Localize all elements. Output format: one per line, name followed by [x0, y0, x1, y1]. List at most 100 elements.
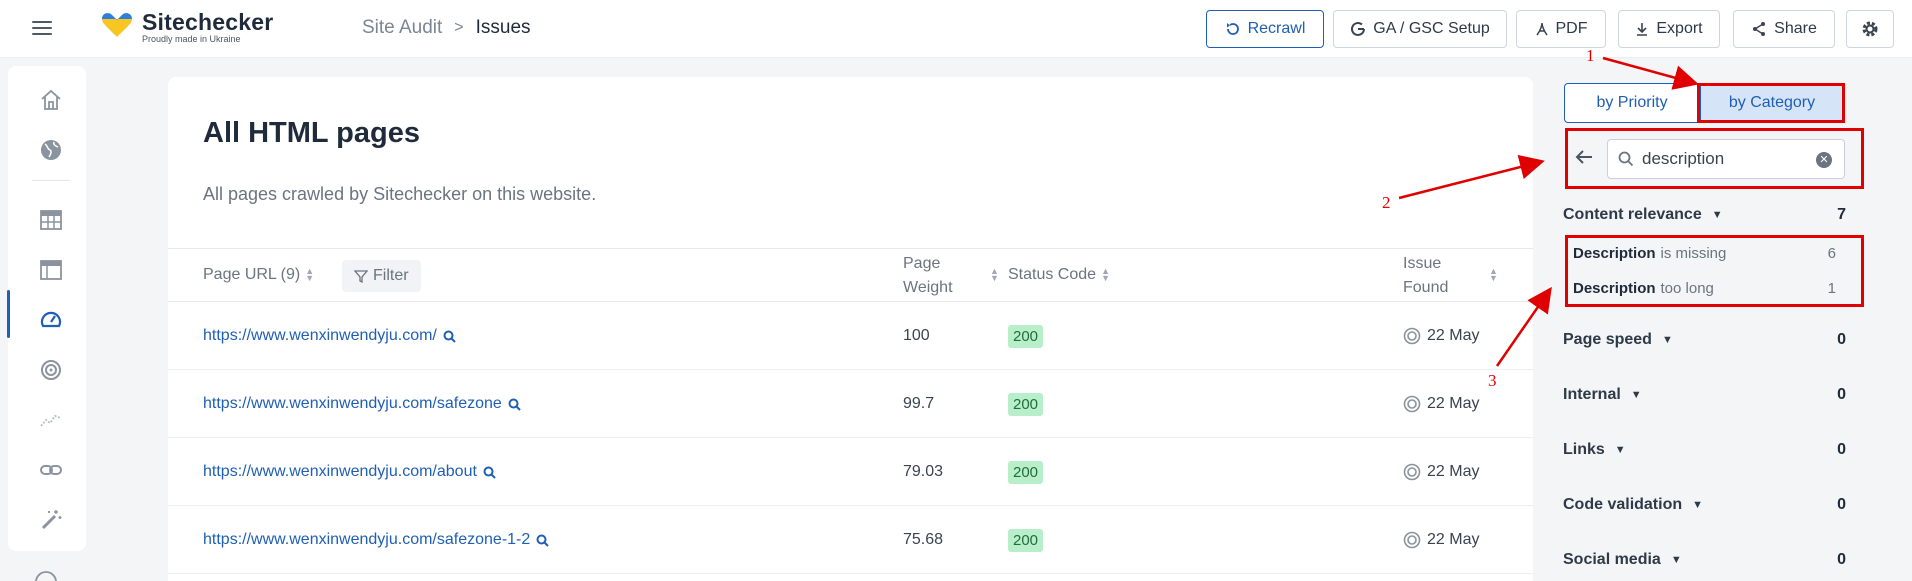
- status-cell: 200: [1008, 302, 1044, 370]
- chevron-down-icon: ▼: [1692, 499, 1704, 511]
- logo-tagline: Proudly made in Ukraine: [142, 34, 241, 44]
- issue-found-cell: 22 May: [1403, 438, 1479, 506]
- gear-icon: [1862, 21, 1878, 37]
- logo-heart-icon: [102, 13, 132, 37]
- table-row: https://www.wenxinwendyju.com/safezone 9…: [168, 370, 1533, 438]
- rank-tracker-icon: [1403, 327, 1421, 345]
- table-row: https://www.wenxinwendyju.com/ 100 200 2…: [168, 302, 1533, 370]
- home-icon[interactable]: [37, 86, 65, 114]
- share-label: Share: [1774, 20, 1817, 37]
- issue-found-cell: 22 May: [1403, 370, 1479, 438]
- help-icon[interactable]: [32, 568, 60, 581]
- hamburger-menu-icon[interactable]: [30, 17, 54, 39]
- page-url-cell: https://www.wenxinwendyju.com/safezone-1…: [203, 506, 549, 574]
- column-status-code[interactable]: Status Code ▲ ▼: [1008, 266, 1110, 284]
- issue-found-date: 22 May: [1427, 463, 1480, 480]
- page-weight-cell: 99.7: [903, 395, 935, 412]
- category-social-media[interactable]: Social media ▼ 0: [1563, 548, 1848, 572]
- export-button[interactable]: Export: [1618, 10, 1720, 48]
- annotation-label-3: 3: [1488, 371, 1497, 390]
- column-issue-found[interactable]: Issue Found: [1403, 252, 1448, 300]
- sort-icon[interactable]: ▲ ▼: [990, 267, 999, 283]
- page-url-link[interactable]: https://www.wenxinwendyju.com/about: [203, 463, 477, 481]
- page-url-cell: https://www.wenxinwendyju.com/safezone: [203, 370, 521, 438]
- annotation-box-3: [1565, 235, 1864, 307]
- logo-name: Sitechecker: [142, 9, 274, 35]
- trend-icon[interactable]: [37, 406, 65, 434]
- sidebar-panel: [8, 66, 86, 551]
- status-badge: 200: [1008, 528, 1044, 552]
- sort-icon[interactable]: ▲ ▼: [1101, 267, 1110, 283]
- category-links[interactable]: Links ▼ 0: [1563, 438, 1848, 462]
- status-badge: 200: [1008, 324, 1044, 348]
- category-page-speed[interactable]: Page speed ▼ 0: [1563, 328, 1848, 352]
- page-url-cell: https://www.wenxinwendyju.com/about: [203, 438, 496, 506]
- category-content-relevance[interactable]: Content relevance ▼ 7: [1563, 203, 1848, 227]
- category-count: 0: [1837, 331, 1846, 348]
- search-icon[interactable]: [508, 398, 521, 411]
- page-url-cell: https://www.wenxinwendyju.com/: [203, 302, 456, 370]
- sort-icon[interactable]: ▲ ▼: [305, 267, 314, 283]
- column-page-weight[interactable]: Page Weight: [903, 252, 953, 300]
- status-badge: 200: [1008, 460, 1044, 484]
- table-icon[interactable]: [37, 206, 65, 234]
- filter-label: Filter: [373, 267, 409, 284]
- rank-tracker-icon: [1403, 531, 1421, 549]
- pdf-button[interactable]: PDF: [1516, 10, 1606, 48]
- issue-found-date: 22 May: [1427, 395, 1480, 412]
- share-button[interactable]: Share: [1733, 10, 1835, 48]
- sort-icon[interactable]: ▲ ▼: [1489, 267, 1498, 283]
- page-description: All pages crawled by Sitechecker on this…: [203, 184, 597, 204]
- category-name: Internal: [1563, 386, 1621, 403]
- search-icon[interactable]: [483, 466, 496, 479]
- category-internal[interactable]: Internal ▼ 0: [1563, 383, 1848, 407]
- by-priority-tab[interactable]: by Priority: [1564, 83, 1700, 123]
- pdf-icon: [1535, 22, 1548, 36]
- google-icon: [1351, 21, 1366, 36]
- search-icon[interactable]: [536, 534, 549, 547]
- breadcrumb-site-audit[interactable]: Site Audit: [362, 17, 442, 39]
- filter-button[interactable]: Filter: [342, 260, 421, 292]
- page-weight-cell: 79.03: [903, 463, 944, 480]
- category-count: 0: [1837, 496, 1846, 513]
- search-icon[interactable]: [443, 330, 456, 343]
- active-nav-indicator: [7, 290, 10, 338]
- link-icon[interactable]: [37, 456, 65, 484]
- issue-found-cell: 22 May: [1403, 302, 1479, 370]
- column-status-code-label: Status Code: [1008, 266, 1097, 283]
- chevron-down-icon: ▼: [1614, 444, 1626, 456]
- page-url-link[interactable]: https://www.wenxinwendyju.com/safezone-1…: [203, 531, 530, 549]
- rank-tracker-icon[interactable]: [37, 356, 65, 384]
- main-card: All HTML pages All pages crawled by Site…: [168, 77, 1533, 581]
- column-page-url[interactable]: Page URL (9) ▲ ▼: [203, 266, 314, 284]
- breadcrumb: Site Audit > Issues: [362, 17, 531, 39]
- recrawl-button[interactable]: Recrawl: [1206, 10, 1324, 48]
- magic-wand-icon[interactable]: [37, 506, 65, 534]
- issue-found-date: 22 May: [1427, 531, 1480, 548]
- top-bar: Sitechecker Proudly made in Ukraine Site…: [0, 0, 1912, 58]
- site-audit-gauge-icon[interactable]: [37, 306, 65, 334]
- globe-icon[interactable]: [37, 136, 65, 164]
- page-weight-cell: 75.68: [903, 531, 944, 548]
- breadcrumb-separator: >: [454, 19, 464, 36]
- page-url-link[interactable]: https://www.wenxinwendyju.com/safezone: [203, 395, 502, 413]
- logo[interactable]: Sitechecker Proudly made in Ukraine: [100, 11, 273, 44]
- ga-gsc-setup-button[interactable]: GA / GSC Setup: [1333, 10, 1507, 48]
- recrawl-label: Recrawl: [1247, 20, 1306, 37]
- column-issue-found-line1: Issue: [1403, 255, 1442, 272]
- page-weight-cell: 100: [903, 327, 930, 344]
- left-sidebar: [0, 58, 88, 581]
- annotation-label-2: 2: [1382, 193, 1391, 212]
- pdf-label: PDF: [1555, 20, 1588, 37]
- category-code-validation[interactable]: Code validation ▼ 0: [1563, 493, 1848, 517]
- category-name: Social media: [1563, 551, 1661, 568]
- chevron-down-icon: ▼: [1711, 209, 1723, 221]
- page-url-link[interactable]: https://www.wenxinwendyju.com/: [203, 327, 437, 345]
- category-count: 7: [1837, 206, 1846, 223]
- column-page-weight-line1: Page: [903, 255, 941, 272]
- dashboard-icon[interactable]: [37, 256, 65, 284]
- share-icon: [1753, 22, 1766, 36]
- column-page-url-label: Page URL (9): [203, 266, 301, 283]
- download-icon: [1637, 23, 1648, 36]
- settings-button[interactable]: [1846, 10, 1894, 48]
